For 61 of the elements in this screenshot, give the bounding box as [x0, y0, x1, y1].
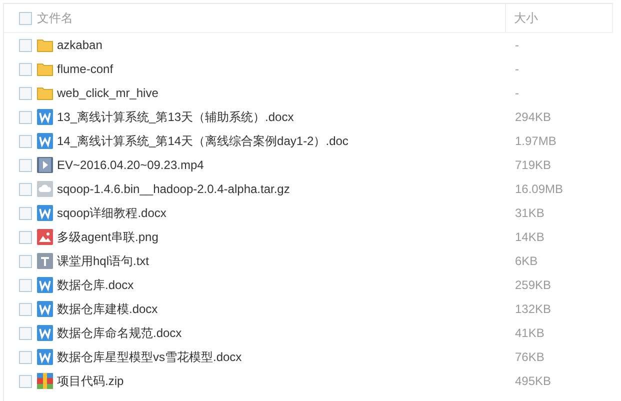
row-checkbox[interactable]: [19, 38, 32, 52]
file-name[interactable]: 数据仓库建模.docx: [57, 300, 158, 318]
document-icon: [37, 301, 53, 317]
file-size: 76KB: [515, 350, 544, 364]
document-icon: [37, 325, 53, 341]
file-size: 294KB: [515, 110, 552, 124]
file-name[interactable]: 多级agent串联.png: [57, 228, 158, 246]
row-checkbox[interactable]: [19, 326, 32, 340]
file-size: 719KB: [515, 158, 552, 172]
file-size: 16.09MB: [515, 182, 564, 196]
row-checkbox[interactable]: [19, 86, 32, 100]
file-name[interactable]: 14_离线计算系统_第14天（离线综合案例day1-2）.doc: [57, 132, 348, 150]
file-name[interactable]: 数据仓库.docx: [57, 276, 134, 294]
file-size: 132KB: [515, 302, 552, 316]
file-size: 31KB: [515, 206, 544, 220]
file-size: 14KB: [515, 230, 544, 244]
row-checkbox[interactable]: [19, 182, 32, 196]
file-size: 41KB: [515, 326, 544, 340]
document-icon: [37, 349, 53, 365]
folder-icon: [37, 37, 53, 53]
file-size: 1.97MB: [515, 134, 556, 148]
document-icon: [37, 133, 53, 149]
file-name[interactable]: sqoop详细教程.docx: [57, 204, 166, 222]
row-checkbox[interactable]: [19, 206, 32, 220]
archive-icon: [37, 373, 53, 389]
video-icon: [37, 157, 53, 173]
row-checkbox[interactable]: [19, 62, 32, 76]
select-all-checkbox[interactable]: [19, 12, 32, 24]
file-size: 495KB: [515, 374, 552, 388]
row-checkbox[interactable]: [19, 134, 32, 148]
document-icon: [37, 277, 53, 293]
row-checkbox[interactable]: [19, 302, 32, 316]
file-name[interactable]: flume-conf: [57, 62, 114, 76]
row-checkbox[interactable]: [19, 110, 32, 124]
file-name[interactable]: web_click_mr_hive: [57, 86, 158, 100]
file-size: 6KB: [515, 254, 538, 268]
file-name[interactable]: 项目代码.zip: [57, 372, 124, 390]
file-name[interactable]: 数据仓库星型模型vs雪花模型.docx: [57, 348, 242, 366]
folder-icon: [37, 85, 53, 101]
text-file-icon: [37, 253, 53, 269]
file-size: 259KB: [515, 278, 552, 292]
row-checkbox[interactable]: [19, 230, 32, 244]
file-name[interactable]: sqoop-1.4.6.bin__hadoop-2.0.4-alpha.tar.gz: [57, 182, 290, 196]
file-name[interactable]: azkaban: [57, 38, 102, 52]
document-icon: [37, 205, 53, 221]
row-checkbox[interactable]: [19, 374, 32, 388]
file-size: -: [515, 38, 519, 52]
file-name[interactable]: EV~2016.04.20~09.23.mp4: [57, 158, 204, 172]
file-name[interactable]: 13_离线计算系统_第13天（辅助系统）.docx: [57, 108, 294, 126]
row-checkbox[interactable]: [19, 254, 32, 268]
file-size: -: [515, 86, 519, 100]
row-checkbox[interactable]: [19, 278, 32, 292]
image-icon: [37, 229, 53, 245]
file-name[interactable]: 课堂用hql语句.txt: [57, 252, 150, 270]
document-icon: [37, 109, 53, 125]
row-checkbox[interactable]: [19, 350, 32, 364]
folder-icon: [37, 61, 53, 77]
cloud-icon: [37, 181, 53, 197]
file-size: -: [515, 62, 519, 76]
file-name[interactable]: 数据仓库命名规范.docx: [57, 324, 182, 342]
row-checkbox[interactable]: [19, 158, 32, 172]
